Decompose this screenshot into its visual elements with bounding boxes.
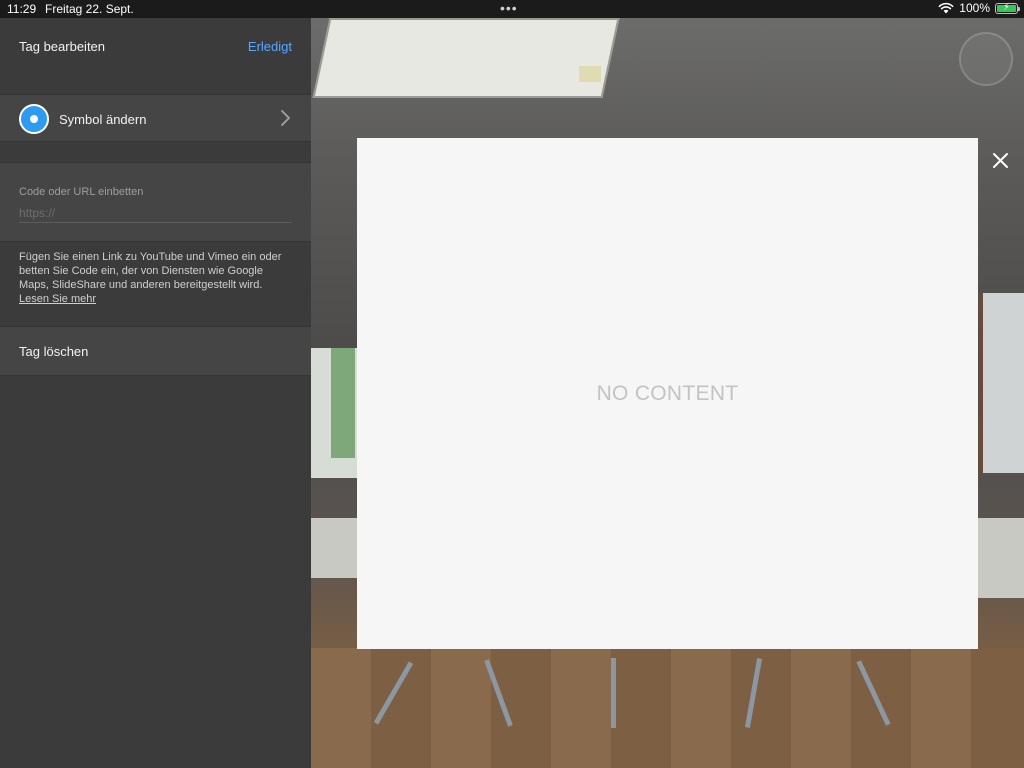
battery-percent: 100% (959, 1, 990, 15)
change-symbol-row[interactable]: Symbol ändern (0, 94, 311, 142)
embed-help-text: Fügen Sie einen Link zu YouTube und Vime… (19, 250, 284, 306)
battery-level: ⚡ (997, 1, 1016, 13)
delete-tag-label: Tag löschen (19, 344, 89, 359)
tag-editor-sidebar: Tag bearbeiten Erledigt Symbol ändern Co… (0, 18, 311, 768)
done-button[interactable]: Erledigt (248, 39, 292, 54)
chair-leg (611, 658, 616, 728)
embed-url-input[interactable] (19, 203, 292, 223)
desk (311, 518, 357, 578)
sidebar-header: Tag bearbeiten Erledigt (0, 18, 311, 75)
change-symbol-label: Symbol ändern (59, 112, 147, 127)
status-date: Freitag 22. Sept. (45, 2, 134, 16)
chevron-right-icon (281, 110, 290, 126)
tag-symbol-icon (19, 104, 49, 134)
floor (311, 648, 1024, 768)
wifi-icon (938, 2, 954, 14)
content-preview-modal: NO CONTENT (357, 138, 978, 649)
delete-tag-row[interactable]: Tag löschen (0, 326, 311, 376)
ceiling-note (579, 66, 601, 82)
multitasking-dots-icon[interactable]: ••• (500, 0, 518, 16)
close-icon[interactable] (992, 152, 1009, 169)
read-more-link[interactable]: Lesen Sie mehr (19, 293, 96, 305)
window (979, 293, 1024, 473)
battery-icon: ⚡ (995, 1, 1020, 14)
wall-board-green (331, 348, 355, 458)
ceiling-panel (312, 18, 620, 98)
no-content-placeholder: NO CONTENT (596, 381, 739, 405)
embed-section: Code oder URL einbetten (0, 162, 311, 242)
status-bar: 11:29 Freitag 22. Sept. ••• 100% ⚡ (0, 0, 1024, 18)
charging-bolt-icon: ⚡ (1003, 1, 1011, 13)
help-text-body: Fügen Sie einen Link zu YouTube und Vime… (19, 251, 282, 291)
embed-label: Code oder URL einbetten (19, 186, 144, 198)
desk (978, 518, 1024, 598)
compass-icon[interactable] (959, 32, 1013, 86)
sidebar-title: Tag bearbeiten (19, 39, 106, 54)
status-time: 11:29 (7, 2, 37, 16)
screen: 11:29 Freitag 22. Sept. ••• 100% ⚡ Tag b… (0, 0, 1024, 768)
status-right: 100% ⚡ (938, 1, 1020, 15)
